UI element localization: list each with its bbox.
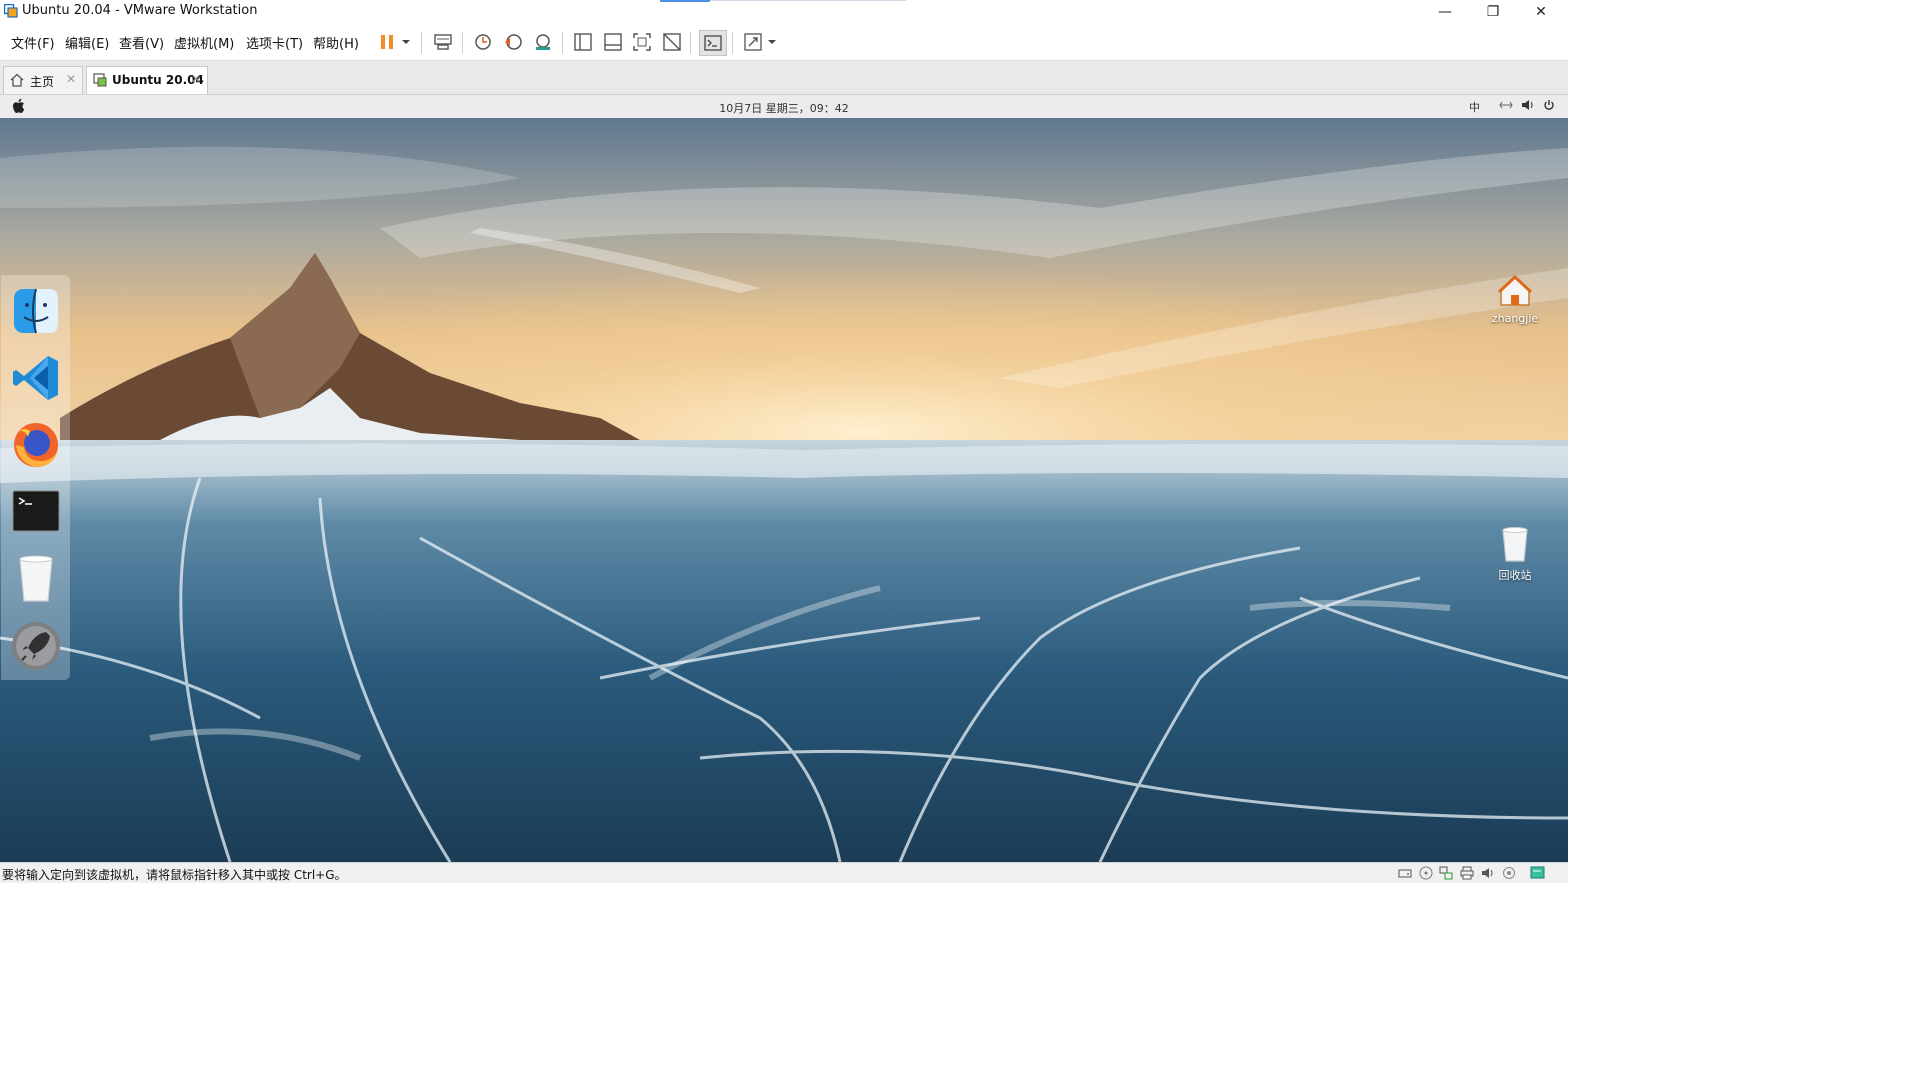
- printer-icon[interactable]: [1460, 866, 1474, 880]
- menu-file[interactable]: 文件(F): [11, 33, 55, 52]
- status-bar: 要将输入定向到该虚拟机，请将鼠标指针移入其中或按 Ctrl+G。: [0, 862, 1568, 883]
- close-icon[interactable]: ✕: [191, 72, 201, 86]
- menu-edit[interactable]: 编辑(E): [65, 33, 109, 52]
- chevron-down-icon[interactable]: [396, 30, 416, 54]
- vm-icon: [93, 73, 107, 91]
- menu-toolbar: 文件(F) 编辑(E) 查看(V) 虚拟机(M) 选项卡(T) 帮助(H): [0, 24, 1568, 61]
- status-message: 要将输入定向到该虚拟机，请将鼠标指针移入其中或按 Ctrl+G。: [2, 868, 347, 882]
- home-icon: [10, 73, 24, 91]
- network-icon[interactable]: [1439, 866, 1453, 880]
- menu-tabs[interactable]: 选项卡(T): [246, 33, 303, 52]
- title-accent-line: [710, 0, 906, 1]
- title-accent: [660, 0, 710, 2]
- clock[interactable]: 10月7日 星期三，09：42: [0, 100, 1568, 116]
- toolbar-divider: [732, 32, 733, 54]
- minimize-button[interactable]: —: [1422, 0, 1468, 24]
- revert-snapshot-icon[interactable]: [500, 30, 526, 54]
- toolbar-divider: [462, 32, 463, 54]
- title-bar: Ubuntu 20.04 - VMware Workstation — ❐ ✕: [0, 0, 1568, 24]
- dock: [1, 275, 70, 680]
- snapshot-icon[interactable]: [470, 30, 496, 54]
- finder-icon[interactable]: [10, 285, 62, 337]
- desktop-icon-label: 回收站: [1498, 569, 1532, 582]
- power-icon[interactable]: [1543, 99, 1555, 114]
- terminal-icon[interactable]: [10, 486, 62, 538]
- menu-vm[interactable]: 虚拟机(M): [174, 33, 234, 52]
- console-view-icon[interactable]: [699, 30, 727, 56]
- tab-label: 主页: [30, 75, 55, 89]
- vscode-icon[interactable]: [10, 352, 62, 404]
- toolbar-divider: [421, 32, 422, 54]
- close-button[interactable]: ✕: [1518, 0, 1564, 24]
- chevron-down-icon[interactable]: [762, 30, 782, 54]
- desktop-icon-label: zhangjie: [1491, 312, 1539, 325]
- tab-ubuntu[interactable]: Ubuntu 20.04 ✕: [86, 66, 208, 94]
- trash-icon: [1480, 526, 1550, 567]
- sound-icon[interactable]: [1481, 866, 1495, 880]
- menu-view[interactable]: 查看(V): [119, 33, 164, 52]
- restore-button[interactable]: ❐: [1470, 0, 1516, 24]
- desktop-icon-home[interactable]: zhangjie: [1480, 273, 1550, 325]
- guest-top-panel: 10月7日 星期三，09：42 中: [0, 95, 1568, 118]
- home-folder-icon: [1480, 273, 1550, 312]
- toolbar-divider: [690, 32, 691, 54]
- hard-disk-icon[interactable]: [1398, 866, 1412, 880]
- snapshot-manager-icon[interactable]: [530, 30, 556, 54]
- toolbar-divider: [562, 32, 563, 54]
- tab-home[interactable]: 主页 ✕: [3, 66, 83, 94]
- trash-icon[interactable]: [10, 553, 62, 605]
- usb-icon[interactable]: [1502, 866, 1516, 880]
- unity-icon[interactable]: [659, 30, 685, 54]
- thumbnail-bar-icon[interactable]: [600, 30, 626, 54]
- network-icon[interactable]: [1499, 99, 1513, 114]
- wallpaper: [0, 118, 1568, 862]
- cd-drive-icon[interactable]: [1419, 866, 1433, 880]
- input-method-indicator[interactable]: 中: [1469, 99, 1480, 115]
- vmware-app-icon: [3, 3, 18, 18]
- firefox-icon[interactable]: [10, 419, 62, 471]
- launchpad-icon[interactable]: [10, 620, 62, 672]
- volume-icon[interactable]: [1521, 99, 1535, 114]
- menu-help[interactable]: 帮助(H): [313, 33, 359, 52]
- tab-bar: 主页 ✕ Ubuntu 20.04 ✕: [0, 61, 1568, 95]
- library-view-icon[interactable]: [570, 30, 596, 54]
- message-icon[interactable]: [1530, 866, 1545, 880]
- guest-desktop[interactable]: zhangjie 回收站: [0, 118, 1568, 862]
- send-ctrl-alt-del-icon[interactable]: [430, 30, 456, 54]
- full-screen-icon[interactable]: [629, 30, 655, 54]
- window-title: Ubuntu 20.04 - VMware Workstation: [22, 3, 258, 18]
- close-icon[interactable]: ✕: [66, 72, 76, 86]
- desktop-icon-trash[interactable]: 回收站: [1480, 526, 1550, 583]
